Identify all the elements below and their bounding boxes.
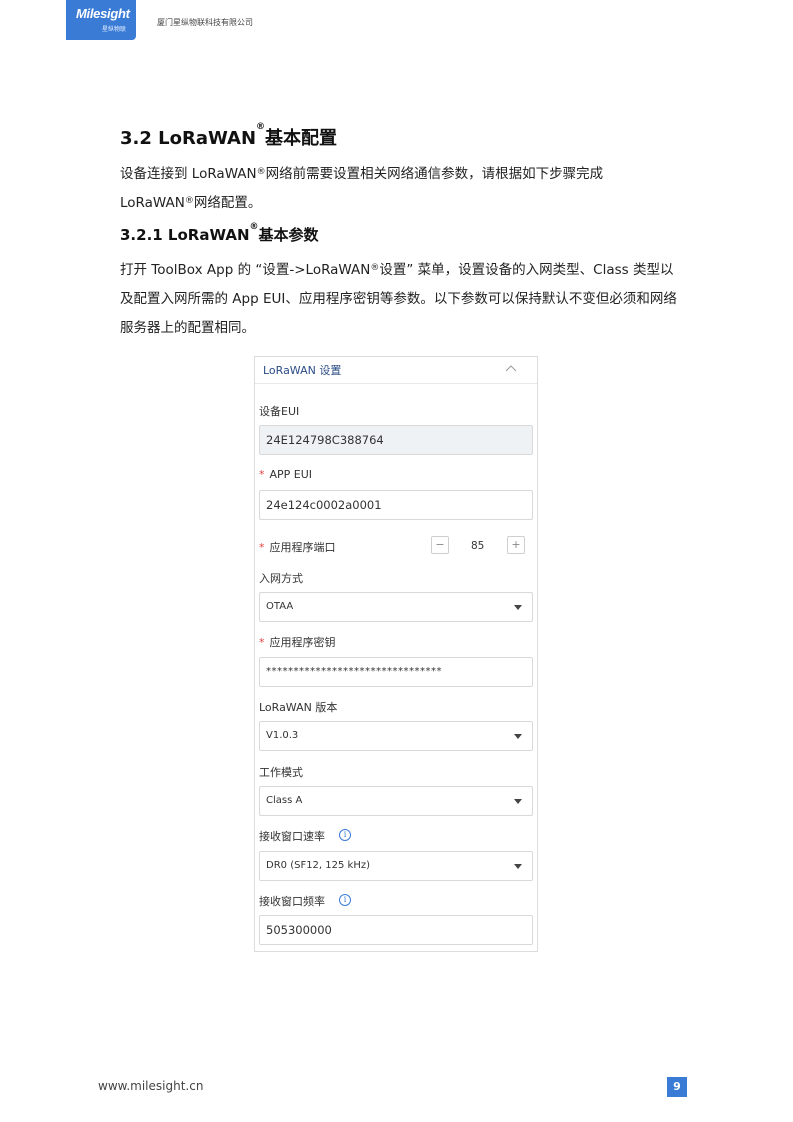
device-eui-field: 24E124798C388764: [259, 425, 533, 455]
company-name: 厦门星纵物联科技有限公司: [157, 18, 253, 27]
version-label: LoRaWAN 版本: [259, 701, 338, 714]
caret-down-icon: [514, 799, 522, 804]
app-key-label: * 应用程序密钥: [259, 636, 336, 649]
work-mode-label: 工作模式: [259, 766, 303, 779]
device-eui-label: 设备EUI: [259, 405, 300, 418]
rx2-rate-value: DR0 (SF12, 125 kHz): [266, 860, 370, 871]
footer-url: www.milesight.cn: [98, 1079, 204, 1093]
version-select[interactable]: V1.0.3: [259, 721, 533, 751]
app-key-input[interactable]: ********************************: [259, 657, 533, 687]
caret-down-icon: [514, 605, 522, 610]
rx2-freq-value: 505300000: [266, 923, 332, 937]
info-icon[interactable]: i: [339, 829, 351, 841]
app-port-label: * 应用程序端口: [259, 541, 336, 554]
required-mark: *: [259, 541, 265, 554]
info-icon[interactable]: i: [339, 894, 351, 906]
join-type-value: OTAA: [266, 601, 294, 612]
work-mode-value: Class A: [266, 795, 303, 806]
app-eui-label: * APP EUI: [259, 468, 313, 481]
chevron-up-icon[interactable]: [505, 363, 517, 375]
app-key-value: ********************************: [266, 666, 442, 677]
lorawan-settings-panel: LoRaWAN 设置 设备EUI 24E124798C388764 * APP E…: [254, 356, 538, 952]
join-type-select[interactable]: OTAA: [259, 592, 533, 622]
subsection-title: 3.2.1 LoRaWAN®基本参数: [120, 222, 319, 244]
required-mark: *: [259, 636, 265, 649]
work-mode-select[interactable]: Class A: [259, 786, 533, 816]
join-type-label: 入网方式: [259, 572, 303, 585]
section-title: 3.2 LoRaWAN®基本配置: [120, 122, 338, 149]
panel-title: LoRaWAN 设置: [263, 364, 342, 377]
logo-sub-text: 星纵物联: [102, 26, 127, 33]
device-eui-value: 24E124798C388764: [266, 433, 384, 447]
section-intro: 设备连接到 LoRaWAN®网络前需要设置相关网络通信参数，请根据如下步骤完成 …: [120, 166, 604, 211]
app-eui-value: 24e124c0002a0001: [266, 498, 382, 512]
port-decrement-button[interactable]: −: [431, 536, 449, 554]
subsection-paragraph: 打开 ToolBox App 的 “设置->LoRaWAN®设置” 菜单，设置设…: [120, 262, 677, 336]
caret-down-icon: [514, 734, 522, 739]
rx2-freq-label: 接收窗口频率: [259, 895, 325, 908]
logo-text: Milesight: [76, 6, 130, 21]
version-value: V1.0.3: [266, 730, 299, 741]
port-increment-button[interactable]: +: [507, 536, 525, 554]
page-number: 9: [667, 1077, 687, 1097]
panel-header[interactable]: LoRaWAN 设置: [255, 357, 537, 384]
required-mark: *: [259, 468, 265, 481]
rx2-rate-select[interactable]: DR0 (SF12, 125 kHz): [259, 851, 533, 881]
rx2-rate-label: 接收窗口速率: [259, 830, 325, 843]
caret-down-icon: [514, 864, 522, 869]
app-eui-input[interactable]: 24e124c0002a0001: [259, 490, 533, 520]
port-value[interactable]: 85: [471, 540, 484, 552]
rx2-freq-input[interactable]: 505300000: [259, 915, 533, 945]
company-logo: Milesight 星纵物联: [66, 0, 136, 40]
